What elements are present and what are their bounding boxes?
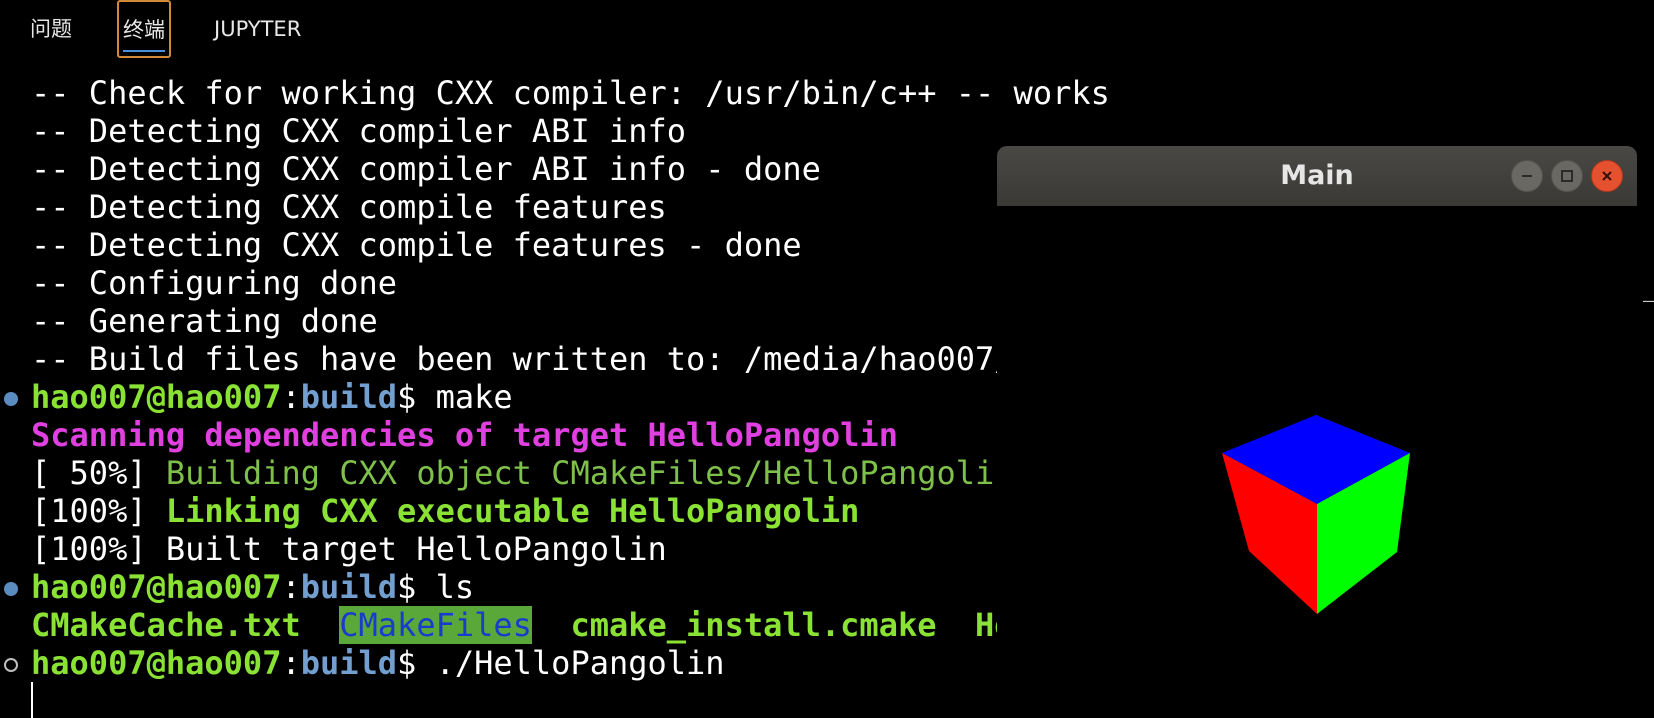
- terminal-line: [ 50%] Building CXX object CMakeFiles/He…: [31, 454, 997, 492]
- render-canvas[interactable]: [997, 206, 1637, 718]
- progress-prefix: [ 50%]: [31, 454, 166, 492]
- terminal-line: -- Detecting CXX compiler ABI info: [31, 112, 687, 150]
- terminal-line: -- Build files have been written to: /me…: [31, 340, 997, 378]
- prompt-line: hao007@hao007:build$ ls: [31, 568, 474, 606]
- ls-output-line: CMakeCache.txt CMakeFiles cmake_install.…: [31, 606, 997, 644]
- command-status-dot[interactable]: [4, 392, 18, 406]
- terminal-line: -- Detecting CXX compile features - done: [31, 226, 802, 264]
- terminal-line: Scanning dependencies of target HelloPan…: [31, 416, 898, 454]
- prompt-dollar: $: [397, 378, 436, 416]
- prompt-colon: :: [281, 644, 301, 682]
- prompt-colon: :: [281, 568, 301, 606]
- ls-entry-directory: CMakeFiles: [339, 606, 532, 644]
- prompt-dir: build: [300, 378, 398, 416]
- command-text: ./HelloPangolin: [435, 644, 725, 682]
- close-icon: [1602, 171, 1612, 181]
- ls-entry: CMakeCache.txt: [31, 606, 301, 644]
- terminal-line: -- Detecting CXX compile features: [31, 188, 667, 226]
- prompt-dollar: $: [397, 644, 436, 682]
- terminal-line: [100%] Linking CXX executable HelloPango…: [31, 492, 859, 530]
- maximize-icon: [1561, 170, 1573, 182]
- prompt-user: hao007@hao007: [31, 378, 282, 416]
- prompt-user: hao007@hao007: [31, 568, 282, 606]
- ls-entry: cmake_install.cmake: [570, 606, 937, 644]
- tab-terminal[interactable]: 终端: [117, 0, 171, 58]
- tab-problems[interactable]: 问题: [26, 14, 76, 44]
- terminal-line: [100%] Built target HelloPangolin: [31, 530, 667, 568]
- ls-entry: He: [975, 606, 997, 644]
- command-status-dot[interactable]: [4, 658, 18, 672]
- minimize-icon: [1522, 175, 1532, 177]
- progress-prefix: [100%]: [31, 492, 166, 530]
- prompt-user: hao007@hao007: [31, 644, 282, 682]
- active-tab-indicator: [123, 50, 165, 52]
- prompt-dollar: $: [397, 568, 436, 606]
- close-button[interactable]: [1591, 160, 1623, 192]
- ls-gap: [936, 606, 975, 644]
- prompt-dir: build: [300, 568, 398, 606]
- cube-render: [1222, 415, 1410, 614]
- pangolin-window[interactable]: Main: [997, 146, 1637, 718]
- ls-gap: [301, 606, 340, 644]
- screen: 问题 终端 JUPYTER -- Check for working CXX c…: [0, 0, 1654, 718]
- prompt-line: hao007@hao007:build$ make: [31, 378, 513, 416]
- panel-tab-bar: 问题 终端 JUPYTER: [0, 0, 1654, 58]
- terminal-line: -- Check for working CXX compiler: /usr/…: [31, 74, 1110, 112]
- terminal-line: -- Detecting CXX compiler ABI info - don…: [31, 150, 821, 188]
- link-step-text: Linking CXX executable HelloPangolin: [165, 492, 860, 530]
- minimize-button[interactable]: [1511, 160, 1543, 192]
- terminal-line: -- Generating done: [31, 302, 378, 340]
- tab-terminal-label: 终端: [123, 18, 165, 42]
- window-titlebar[interactable]: Main: [997, 146, 1637, 206]
- ls-gap: [532, 606, 571, 644]
- build-step-text: Building CXX object CMakeFiles/HelloPang…: [165, 454, 997, 492]
- command-status-dot[interactable]: [4, 582, 18, 596]
- prompt-colon: :: [281, 378, 301, 416]
- command-text: make: [435, 378, 513, 416]
- prompt-line: hao007@hao007:build$ ./HelloPangolin: [31, 644, 725, 682]
- tab-jupyter[interactable]: JUPYTER: [210, 14, 305, 44]
- maximize-button[interactable]: [1551, 160, 1583, 192]
- truncated-text: _e: [1643, 268, 1654, 303]
- command-text: ls: [435, 568, 475, 606]
- prompt-dir: build: [300, 644, 398, 682]
- terminal-cursor: [31, 682, 33, 718]
- terminal-line: -- Configuring done: [31, 264, 398, 302]
